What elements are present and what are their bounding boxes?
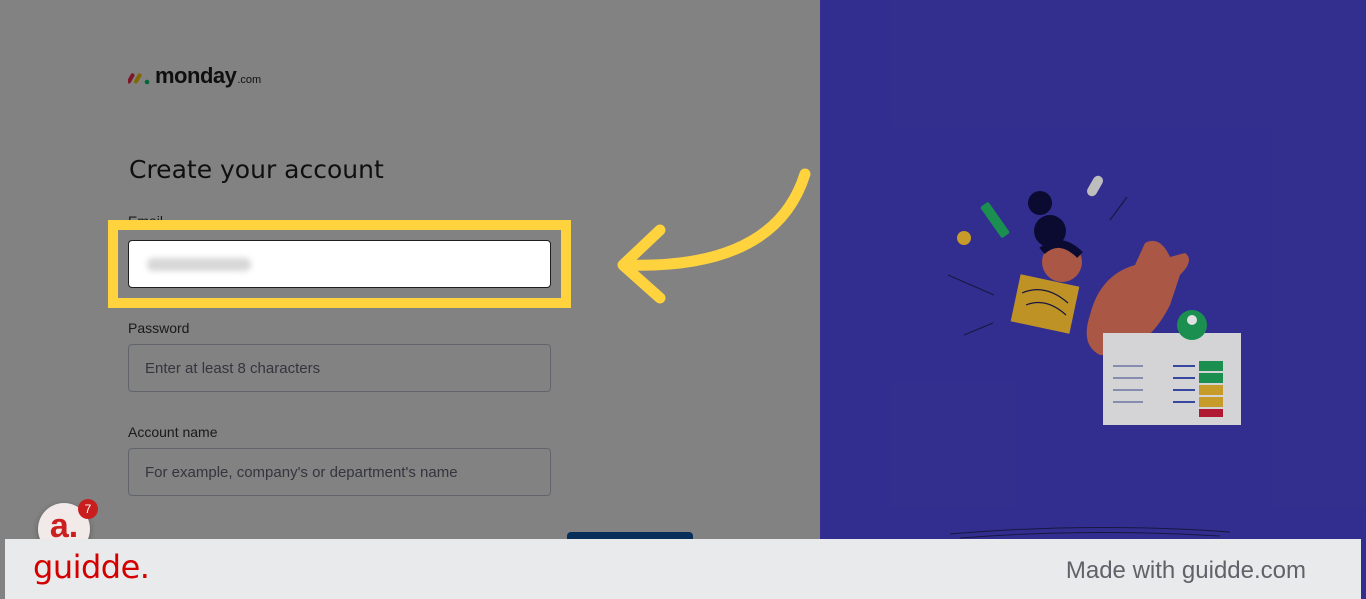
password-field[interactable]: Enter at least 8 characters bbox=[128, 344, 551, 392]
password-label: Password bbox=[128, 320, 190, 336]
footer-bar: guidde. Made with guidde.com bbox=[5, 539, 1361, 599]
monday-logo-icon bbox=[128, 73, 150, 85]
page-title: Create your account bbox=[129, 155, 384, 184]
account-name-field[interactable]: For example, company's or department's n… bbox=[128, 448, 551, 496]
pointer-arrow-icon bbox=[617, 168, 811, 304]
logo-suffix: .com bbox=[237, 74, 262, 86]
footer-made-with-text: Made with guidde.com bbox=[1065, 557, 1306, 584]
logo-word: monday bbox=[155, 63, 237, 88]
footer-brand-logo: guidde. bbox=[33, 548, 150, 586]
notification-count-badge: 7 bbox=[78, 499, 98, 519]
email-field-highlight bbox=[108, 220, 571, 308]
signup-illustration bbox=[947, 175, 1241, 425]
account-name-label: Account name bbox=[128, 424, 218, 440]
monday-logo: monday .com bbox=[128, 63, 261, 89]
